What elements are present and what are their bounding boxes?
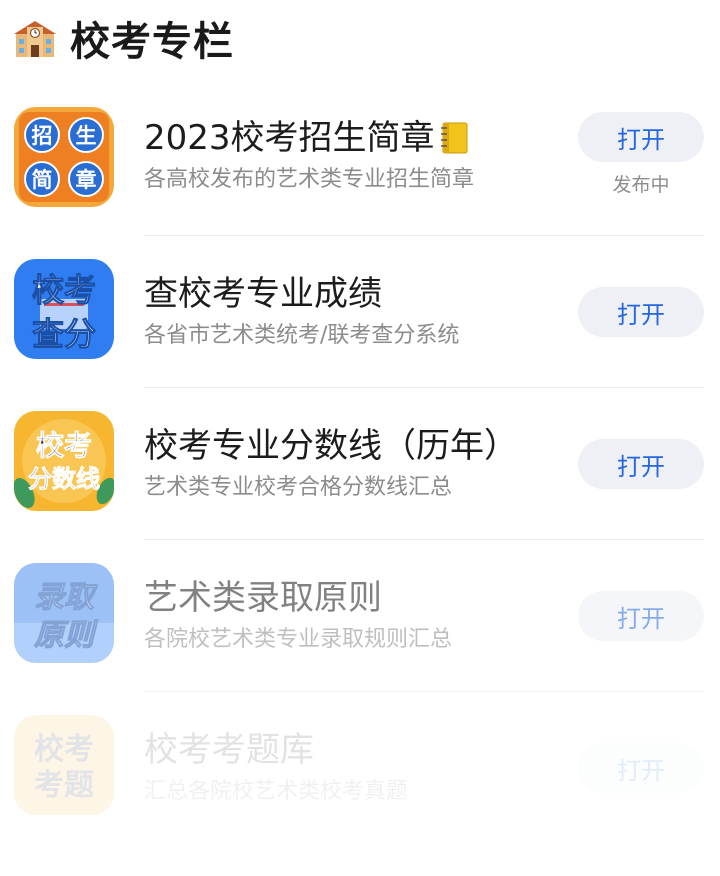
- icon-text-top: 校考: [36, 429, 92, 462]
- icon-text-bottom: 原则: [34, 618, 99, 653]
- item-subtitle: 汇总各院校艺术类校考真题: [144, 779, 409, 804]
- admission-guide-app-icon[interactable]: 招 生 简 章: [14, 107, 114, 207]
- list-item-score-check[interactable]: 校考 查分 查校考专业成绩 各省市艺术类统考/联考查分系统 打开: [0, 236, 720, 388]
- school-building-icon: [14, 21, 56, 57]
- icon-text-bottom: 查分: [32, 315, 96, 353]
- publishing-status: 发布中: [612, 174, 670, 196]
- section-title: 校考专栏: [70, 19, 234, 65]
- admission-rules-app-icon[interactable]: 录取 原则: [14, 563, 114, 663]
- item-subtitle: 各省市艺术类统考/联考查分系统: [144, 323, 460, 348]
- icon-text-top: 校考: [32, 271, 96, 309]
- list-item-question-bank[interactable]: 校考 考题 校考考题库 汇总各院校艺术类校考真题 打开: [0, 692, 720, 844]
- open-button[interactable]: 打开: [578, 439, 704, 489]
- icon-text-bottom: 分数线: [28, 465, 100, 493]
- item-subtitle: 艺术类专业校考合格分数线汇总: [144, 475, 453, 500]
- question-bank-app-icon[interactable]: 校考 考题: [14, 715, 114, 815]
- icon-char-3: 简: [32, 168, 53, 192]
- item-subtitle: 各高校发布的艺术类专业招生简章: [144, 167, 475, 192]
- list-item-admission-rules[interactable]: 录取 原则 艺术类录取原则 各院校艺术类专业录取规则汇总 打开: [0, 540, 720, 692]
- item-title: 艺术类录取原则: [144, 578, 382, 618]
- icon-char-1: 招: [32, 124, 53, 148]
- item-text: 查校考专业成绩 各省市艺术类统考/联考查分系统: [144, 270, 564, 354]
- icon-text-top: 校考: [34, 732, 94, 767]
- open-button[interactable]: 打开: [578, 287, 704, 337]
- icon-text-top: 录取: [34, 580, 98, 615]
- score-check-app-icon[interactable]: 校考 查分: [14, 259, 114, 359]
- item-text: 校考专业分数线（历年） 艺术类专业校考合格分数线汇总: [144, 422, 564, 506]
- icon-char-2: 生: [76, 124, 97, 148]
- list-item-admission-guide[interactable]: 招 生 简 章 2023校考招生简章 各高校发布的艺术类专业招生简章 打开 发布…: [0, 84, 720, 236]
- item-title: 校考考题库: [144, 730, 314, 770]
- app-list: 招 生 简 章 2023校考招生简章 各高校发布的艺术类专业招生简章 打开 发布…: [0, 84, 720, 844]
- open-button[interactable]: 打开: [578, 591, 704, 641]
- item-title: 查校考专业成绩: [144, 274, 382, 314]
- item-text: 校考考题库 汇总各院校艺术类校考真题: [144, 726, 564, 810]
- section-header: 校考专栏: [14, 10, 234, 66]
- list-item-score-lines[interactable]: 校考 分数线 校考专业分数线（历年） 艺术类专业校考合格分数线汇总 打开: [0, 388, 720, 540]
- item-text: 艺术类录取原则 各院校艺术类专业录取规则汇总: [144, 574, 564, 658]
- item-text: 2023校考招生简章 各高校发布的艺术类专业招生简章: [144, 114, 564, 198]
- icon-char-4: 章: [76, 168, 97, 192]
- open-button[interactable]: 打开: [578, 112, 704, 162]
- item-subtitle: 各院校艺术类专业录取规则汇总: [144, 627, 453, 652]
- icon-text-bottom: 考题: [34, 768, 94, 803]
- item-title: 2023校考招生简章: [144, 114, 564, 162]
- item-title: 校考专业分数线（历年）: [144, 426, 518, 466]
- notebook-icon: [440, 122, 468, 154]
- open-button[interactable]: 打开: [578, 743, 704, 793]
- page: 校考专栏 招 生 简 章 2023校考招生简章 各高校发布的艺术类专业招生简章 …: [0, 0, 720, 876]
- score-lines-app-icon[interactable]: 校考 分数线: [14, 411, 114, 511]
- item-title-text: 2023校考招生简章: [144, 118, 435, 158]
